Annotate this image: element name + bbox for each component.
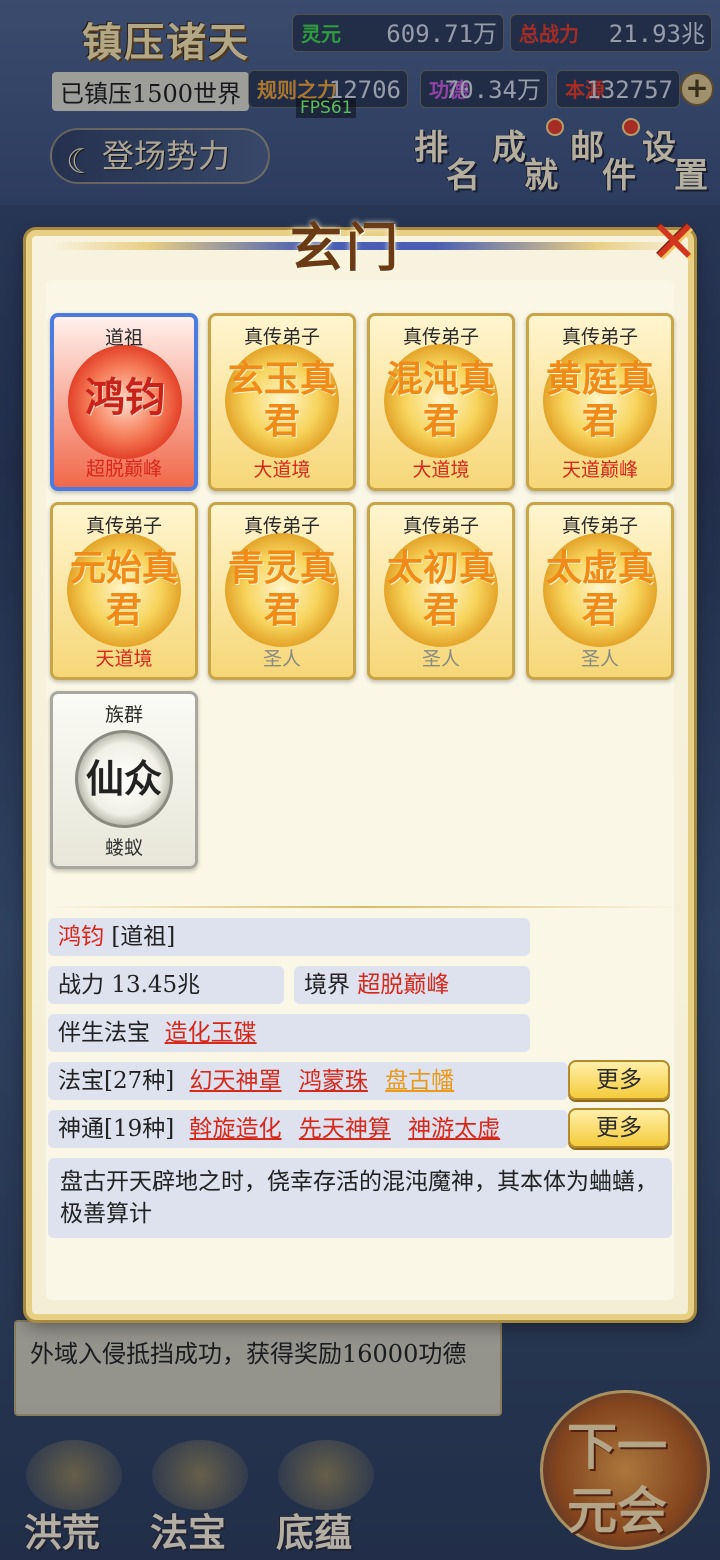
treasure-link[interactable]: 盘古幡	[385, 1068, 454, 1094]
member-name: 黄庭真君	[545, 358, 654, 442]
more-skills-button[interactable]: 更多	[568, 1108, 670, 1148]
member-realm: 大道境	[253, 459, 311, 481]
skill-link[interactable]: 斡旋造化	[190, 1116, 282, 1142]
realm-row: 境界 超脱巅峰	[294, 966, 530, 1004]
member-name: 混沌真君	[386, 358, 495, 442]
member-card[interactable]: 真传弟子混沌真君大道境	[367, 313, 515, 491]
member-card[interactable]: 族群 仙众 蝼蚁	[50, 691, 198, 869]
member-realm: 蝼蚁	[104, 837, 143, 859]
member-realm: 天道境	[95, 648, 153, 670]
member-role: 真传弟子	[243, 326, 320, 348]
companion-treasure-row: 伴生法宝 造化玉碟	[48, 1014, 530, 1052]
treasure-link[interactable]: 幻天神罩	[190, 1068, 282, 1094]
skill-row: 神通[19种] 斡旋造化 先天神算 神游太虚	[48, 1110, 568, 1148]
power-row: 战力 13.45兆	[48, 966, 284, 1004]
member-realm: 天道巅峰	[561, 459, 638, 481]
member-card[interactable]: 真传弟子元始真君天道境	[50, 502, 198, 680]
member-description: 盘古开天辟地之时，侥幸存活的混沌魔神，其本体为蛐蟮，极善算计	[48, 1158, 672, 1238]
close-x-icon[interactable]: ✕	[644, 213, 704, 274]
more-treasures-button[interactable]: 更多	[568, 1060, 670, 1100]
member-role: 真传弟子	[402, 326, 479, 348]
member-role: 真传弟子	[561, 326, 638, 348]
member-card[interactable]: 道祖 鸿钧 超脱巅峰	[50, 313, 198, 491]
member-role: 真传弟子	[243, 515, 320, 537]
member-name: 元始真君	[69, 547, 178, 631]
member-realm: 圣人	[421, 648, 460, 670]
member-realm: 超脱巅峰	[85, 458, 162, 480]
treasure-link[interactable]: 鸿蒙珠	[299, 1068, 368, 1094]
companion-treasure-link[interactable]: 造化玉碟	[165, 1020, 257, 1046]
member-card[interactable]: 真传弟子青灵真君圣人	[208, 502, 356, 680]
member-name: 鸿钧	[85, 374, 165, 421]
skill-link[interactable]: 神游太虚	[408, 1116, 500, 1142]
modal-title: 玄门	[290, 218, 403, 279]
member-role: 真传弟子	[85, 515, 162, 537]
member-role: 真传弟子	[402, 515, 479, 537]
member-realm: 大道境	[412, 459, 470, 481]
skill-link[interactable]: 先天神算	[299, 1116, 391, 1142]
member-name: 玄玉真君	[227, 358, 336, 442]
member-card[interactable]: 真传弟子太初真君圣人	[367, 502, 515, 680]
member-card[interactable]: 真传弟子太虚真君圣人	[526, 502, 674, 680]
member-name: 太初真君	[386, 547, 495, 631]
member-name: 仙众	[85, 756, 162, 801]
member-role: 真传弟子	[561, 515, 638, 537]
member-name: 青灵真君	[227, 547, 336, 631]
member-role: 族群	[104, 704, 143, 726]
member-realm: 圣人	[262, 648, 301, 670]
member-role: 道祖	[104, 327, 143, 349]
member-name: 太虚真君	[545, 547, 654, 631]
divider	[46, 906, 682, 908]
member-realm: 圣人	[580, 648, 619, 670]
member-name-row: 鸿钧 [道祖]	[48, 918, 530, 956]
treasure-row: 法宝[27种] 幻天神罩 鸿蒙珠 盘古幡	[48, 1062, 568, 1100]
member-card[interactable]: 真传弟子玄玉真君大道境	[208, 313, 356, 491]
member-card[interactable]: 真传弟子黄庭真君天道巅峰	[526, 313, 674, 491]
